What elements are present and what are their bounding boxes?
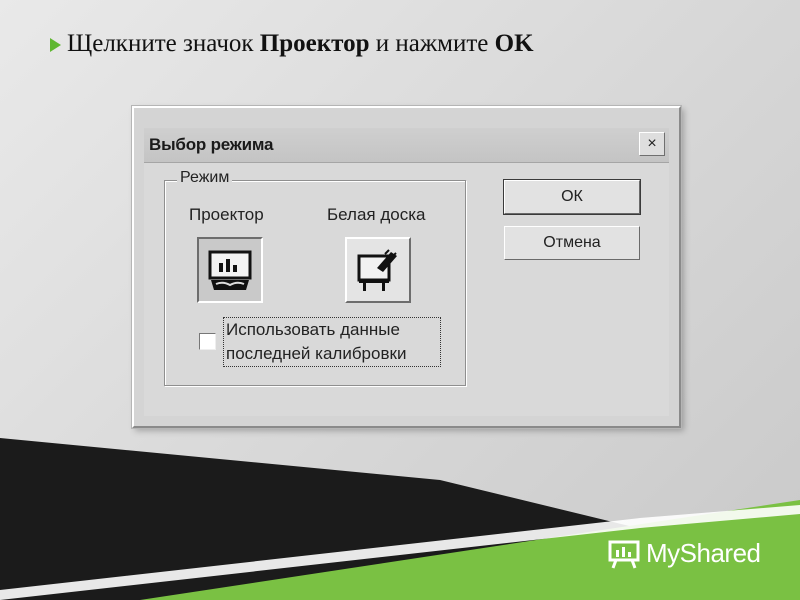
use-calibration-checkbox[interactable] xyxy=(199,333,216,350)
use-calibration-label[interactable]: Использовать данные последней калибровки xyxy=(223,317,441,367)
projector-mode-button[interactable] xyxy=(197,237,263,303)
instruction-prefix: Щелкните значок xyxy=(67,30,254,57)
close-button[interactable]: × xyxy=(639,132,665,156)
bullet-arrow-icon xyxy=(50,38,61,52)
instruction-middle: и нажмите xyxy=(375,30,489,57)
close-icon: × xyxy=(647,135,657,152)
whiteboard-icon xyxy=(357,249,397,291)
projector-icon xyxy=(208,250,252,290)
ok-button[interactable]: ОК xyxy=(503,179,641,215)
instruction-line: Щелкните значок Проектор и нажмите OK xyxy=(50,30,534,58)
dialog-title: Выбор режима xyxy=(149,135,274,154)
mode-selection-dialog: Выбор режима × Режим Проектор Белая доск… xyxy=(132,106,681,428)
checkbox-label-line2: последней калибровки xyxy=(226,344,407,363)
mode-group-label: Режим xyxy=(177,169,233,187)
logo-text: MyShared xyxy=(646,538,761,568)
mode-groupbox: Режим Проектор Белая доска Использовать … xyxy=(164,169,466,386)
myshared-logo: MyShared xyxy=(608,538,761,569)
projector-label: Проектор xyxy=(189,205,264,224)
cancel-button[interactable]: Отмена xyxy=(504,226,640,260)
instruction-action: OK xyxy=(494,30,534,57)
checkbox-label-line1: Использовать данные xyxy=(226,320,400,339)
dialog-body: Выбор режима × Режим Проектор Белая доск… xyxy=(144,128,669,416)
whiteboard-mode-button[interactable] xyxy=(345,237,411,303)
instruction-target: Проектор xyxy=(259,30,370,57)
myshared-logo-icon xyxy=(608,540,640,569)
dialog-titlebar[interactable]: Выбор режима × xyxy=(144,128,669,163)
whiteboard-label: Белая доска xyxy=(327,205,426,224)
